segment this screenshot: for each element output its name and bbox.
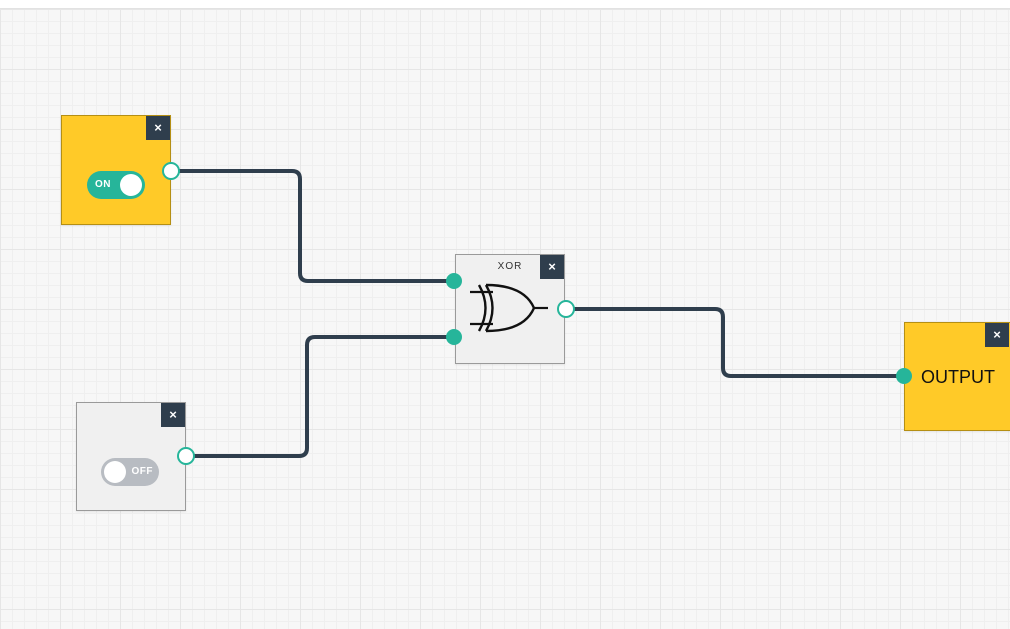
toggle-switch-off[interactable]: OFF (101, 458, 159, 486)
wire-switch2-to-xor-in2[interactable] (185, 335, 457, 458)
input-port-output[interactable] (896, 368, 912, 384)
input-port-xor-1[interactable] (446, 273, 462, 289)
switch-node-2[interactable]: × OFF (76, 402, 186, 511)
wire-switch1-to-xor-in1[interactable] (170, 169, 457, 283)
toggle-label: ON (95, 179, 111, 190)
toggle-knob (120, 174, 142, 196)
circuit-canvas[interactable]: × ON × OFF XOR × OUTPUT × (0, 8, 1010, 629)
output-label: OUTPUT (921, 367, 995, 387)
close-icon[interactable]: × (161, 403, 185, 427)
output-port-xor[interactable] (557, 300, 575, 318)
switch-node-1[interactable]: × ON (61, 115, 171, 225)
xor-gate-icon (470, 283, 548, 333)
toggle-knob (104, 461, 126, 483)
close-icon[interactable]: × (146, 116, 170, 140)
xor-gate-node[interactable]: XOR × (455, 254, 565, 364)
wire-xor-to-output[interactable] (564, 307, 907, 378)
close-icon[interactable]: × (985, 323, 1009, 347)
toggle-label: OFF (131, 466, 153, 477)
output-port-switch-2[interactable] (177, 447, 195, 465)
output-port-switch-1[interactable] (162, 162, 180, 180)
output-node[interactable]: OUTPUT × (904, 322, 1010, 431)
close-icon[interactable]: × (540, 255, 564, 279)
input-port-xor-2[interactable] (446, 329, 462, 345)
toggle-switch-on[interactable]: ON (87, 171, 145, 199)
